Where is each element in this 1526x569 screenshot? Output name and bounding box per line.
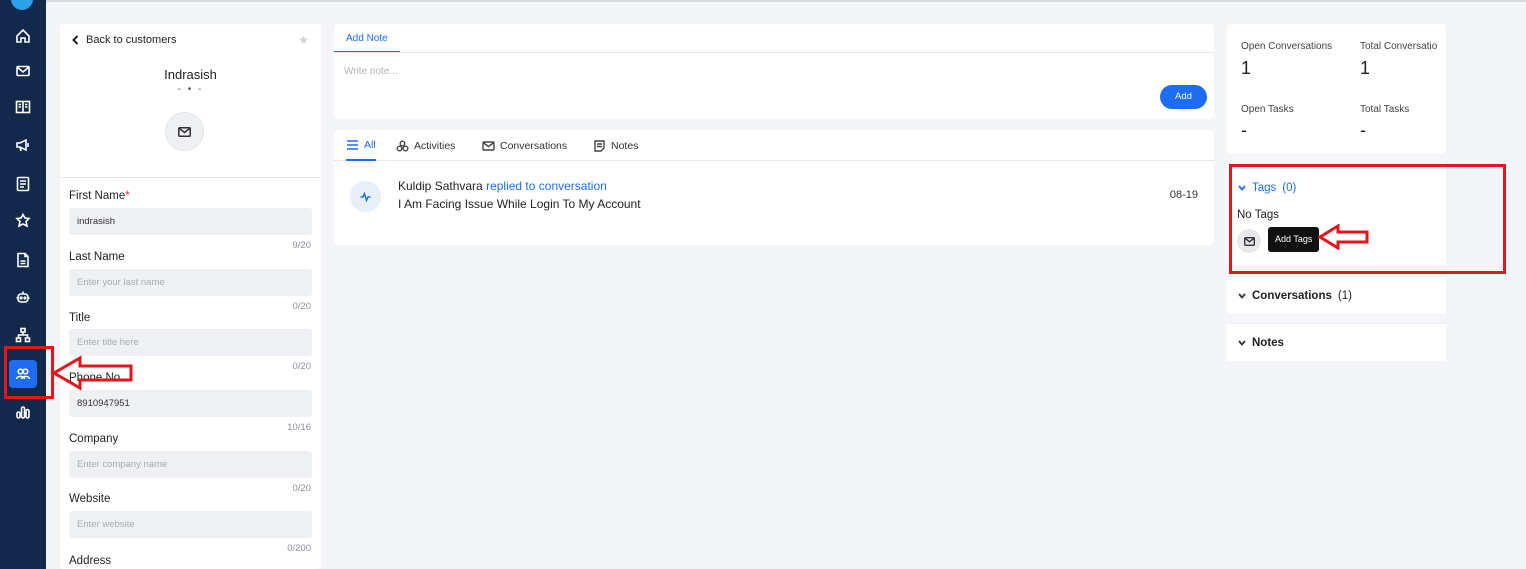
- conversations-count: (1): [1337, 290, 1352, 302]
- activity-icon: [350, 181, 381, 212]
- company-input[interactable]: Enter company name: [69, 451, 312, 478]
- notes-header: Notes: [1238, 337, 1284, 349]
- activity-feed: All Activities Conversations Notes Kuldi…: [334, 130, 1214, 245]
- activity-message: I Am Facing Issue While Login To My Acco…: [398, 197, 641, 211]
- highlight-box-nav: [4, 346, 54, 399]
- last-name-count: 0/20: [292, 301, 312, 312]
- tab-notes[interactable]: Notes: [593, 130, 638, 161]
- back-to-customers-link[interactable]: Back to customers: [71, 34, 176, 46]
- badge-icon[interactable]: [9, 207, 37, 235]
- pulse-icon: [360, 191, 371, 202]
- activity-title: Kuldip Sathvara replied to conversation: [398, 179, 607, 193]
- total-tasks-label: Total Tasks: [1360, 104, 1410, 115]
- logo: [11, 0, 33, 10]
- hierarchy-icon[interactable]: [9, 321, 37, 349]
- mail-icon: [482, 140, 495, 151]
- note-input[interactable]: Write note...: [344, 66, 398, 77]
- customer-subtitle: - • -: [177, 84, 204, 95]
- first-name-input[interactable]: indrasish: [69, 208, 312, 235]
- tab-conversations[interactable]: Conversations: [482, 130, 567, 161]
- chevron-down-icon: [1238, 293, 1246, 299]
- activity-date: 08-19: [1169, 189, 1198, 201]
- mail-icon: [178, 126, 191, 137]
- open-tasks-label: Open Tasks: [1241, 104, 1294, 115]
- form-icon[interactable]: [9, 170, 37, 198]
- back-label: Back to customers: [86, 34, 177, 46]
- list-icon: [347, 139, 358, 150]
- add-note-button[interactable]: Add: [1160, 85, 1207, 109]
- home-icon[interactable]: [9, 22, 37, 50]
- title-count: 0/20: [292, 361, 312, 372]
- stats-card: Open Conversations 1 Total Conversatio 1…: [1227, 24, 1446, 154]
- phone-input[interactable]: 8910947951: [69, 390, 312, 417]
- total-conversations-value: 1: [1360, 58, 1371, 78]
- annotation-arrow-icon: [52, 355, 133, 391]
- highlight-box-tags: [1229, 164, 1506, 274]
- total-conversations-label: Total Conversatio: [1360, 41, 1438, 52]
- open-conversations-value: 1: [1241, 58, 1252, 78]
- address-label: Address: [69, 555, 112, 567]
- document-icon[interactable]: [9, 246, 37, 274]
- left-nav: [0, 0, 46, 569]
- note-icon: [594, 139, 605, 152]
- conversations-header: Conversations (1): [1238, 290, 1352, 302]
- first-name-label: First Name*: [69, 190, 130, 202]
- top-strip: [0, 0, 1526, 2]
- customer-name: Indrasish: [164, 67, 217, 82]
- tab-add-note[interactable]: Add Note: [334, 24, 400, 53]
- notes-title: Notes: [1252, 337, 1284, 349]
- activity-actor: Kuldip Sathvara: [398, 179, 483, 193]
- company-label: Company: [69, 433, 119, 445]
- website-input[interactable]: Enter website: [69, 511, 312, 538]
- last-name-label: Last Name: [69, 251, 125, 263]
- annotation-arrow-icon: [1318, 224, 1369, 250]
- divider: [334, 52, 1214, 53]
- add-note-card: Add Note Write note... Add: [334, 24, 1214, 119]
- conversations-title: Conversations: [1252, 290, 1332, 302]
- notes-section[interactable]: Notes: [1227, 323, 1446, 361]
- book-icon[interactable]: [9, 93, 37, 121]
- open-conversations-label: Open Conversations: [1241, 41, 1333, 52]
- open-tasks-value: -: [1241, 120, 1247, 140]
- divider: [60, 177, 321, 178]
- mail-icon[interactable]: [9, 57, 37, 85]
- total-tasks-value: -: [1360, 120, 1366, 140]
- chevron-down-icon: [1238, 340, 1246, 346]
- website-count: 0/200: [287, 543, 311, 554]
- activities-icon: [396, 140, 409, 151]
- phone-count: 10/16: [287, 422, 311, 433]
- tab-all[interactable]: All: [346, 130, 376, 161]
- website-label: Website: [69, 493, 111, 505]
- company-count: 0/20: [292, 483, 312, 494]
- title-input[interactable]: Enter title here: [69, 329, 312, 356]
- email-customer-button[interactable]: [165, 112, 204, 151]
- customer-panel: Back to customers ★ Indrasish - • - Firs…: [60, 24, 321, 569]
- tab-activities[interactable]: Activities: [396, 130, 455, 161]
- star-icon[interactable]: ★: [298, 33, 309, 47]
- conversations-section[interactable]: Conversations (1): [1227, 276, 1446, 314]
- last-name-input[interactable]: Enter your last name: [69, 269, 312, 296]
- feed-tabs: All Activities Conversations Notes: [334, 130, 1214, 161]
- reports-icon[interactable]: [9, 398, 37, 426]
- activity-action-link[interactable]: replied to conversation: [486, 179, 607, 193]
- chevron-left-icon: [72, 35, 79, 45]
- megaphone-icon[interactable]: [9, 131, 37, 159]
- title-label: Title: [69, 312, 91, 324]
- bot-icon[interactable]: [9, 284, 37, 312]
- first-name-count: 9/20: [292, 240, 312, 251]
